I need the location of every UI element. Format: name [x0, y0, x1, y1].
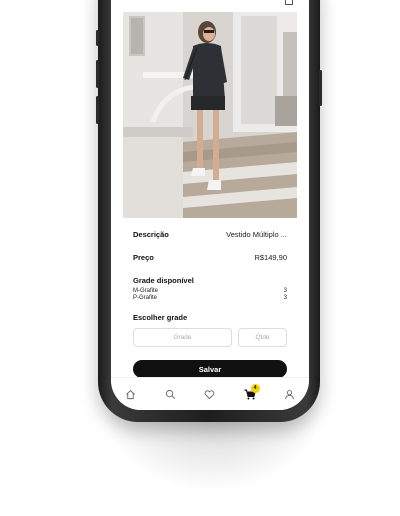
- product-details: Descrição Vestido Múltiplo ... Preço R$1…: [133, 230, 287, 347]
- grade-item: M-Grafite 3: [133, 288, 287, 294]
- tab-favorites[interactable]: [202, 387, 218, 403]
- grade-item-qty: 3: [283, 295, 287, 301]
- home-icon: [126, 390, 136, 400]
- grade-item-name: M-Grafite: [133, 288, 159, 294]
- volume-down-button: [96, 96, 99, 124]
- tab-profile[interactable]: [281, 387, 297, 403]
- grade-input[interactable]: Grade: [133, 328, 232, 347]
- description-value: Vestido Múltiplo ...: [226, 230, 287, 239]
- tab-home[interactable]: [123, 387, 139, 403]
- heart-icon: [205, 390, 215, 400]
- choose-section: Escolher grade Grade Qtde: [133, 313, 287, 347]
- app-screen: Descrição Vestido Múltiplo ... Preço R$1…: [111, 0, 309, 410]
- price-label: Preço: [133, 253, 154, 262]
- price-row: Preço R$149,90: [133, 253, 287, 262]
- grade-title: Grade disponível: [133, 276, 194, 285]
- volume-up-button: [96, 60, 99, 88]
- grade-section: Grade disponível M-Grafite 3 P-Grafite 3: [133, 276, 287, 301]
- choose-title: Escolher grade: [133, 313, 188, 322]
- cart-count-badge: 4: [250, 383, 260, 393]
- quantity-input[interactable]: Qtde: [238, 328, 287, 347]
- product-photo: [123, 12, 297, 218]
- description-row: Descrição Vestido Múltiplo ...: [133, 230, 287, 239]
- user-icon: [284, 390, 294, 400]
- tab-cart[interactable]: 4: [242, 383, 260, 403]
- price-value: R$149,90: [254, 253, 287, 262]
- description-label: Descrição: [133, 230, 169, 239]
- choose-inputs: Grade Qtde: [133, 328, 287, 347]
- power-button: [319, 70, 322, 106]
- top-bar: [111, 0, 309, 10]
- product-image: [123, 12, 297, 218]
- tab-search[interactable]: [162, 387, 178, 403]
- grade-item: P-Grafite 3: [133, 295, 287, 301]
- bag-icon[interactable]: [285, 0, 293, 5]
- search-icon: [165, 389, 175, 399]
- bottom-tab-bar: 4: [111, 377, 309, 410]
- grade-item-qty: 3: [283, 288, 287, 294]
- grade-item-name: P-Grafite: [133, 295, 158, 301]
- mute-switch: [96, 30, 99, 46]
- save-button[interactable]: Salvar: [133, 360, 287, 378]
